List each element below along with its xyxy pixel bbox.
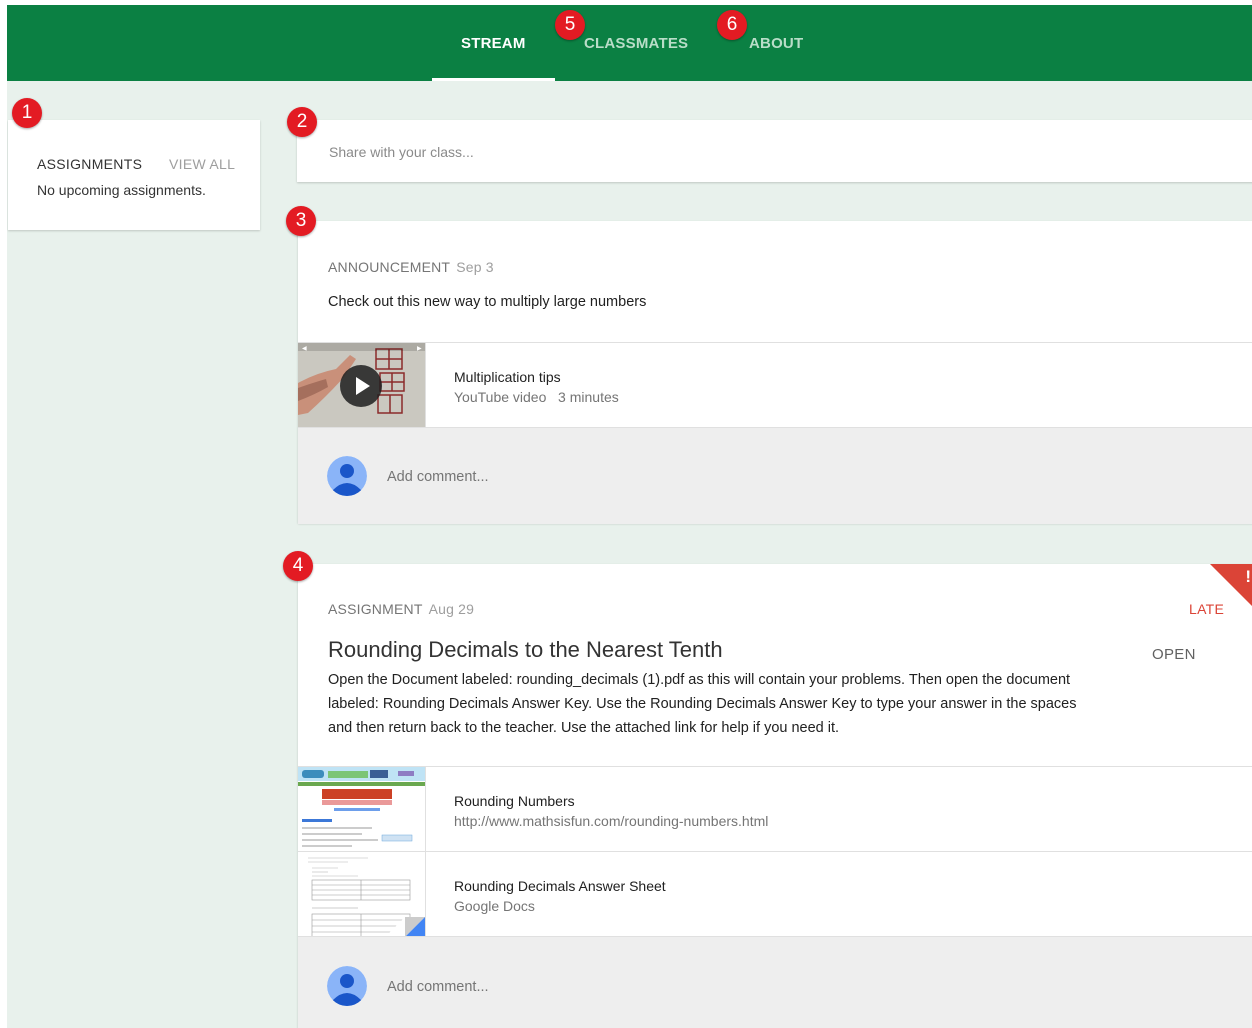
attachment-subtitle: Google Docs: [454, 898, 535, 914]
share-input[interactable]: [327, 140, 1211, 164]
announcement-text: Check out this new way to multiply large…: [328, 294, 647, 310]
webpage-thumbnail-image: [298, 767, 425, 852]
attachment-subtitle: YouTube video 3 minutes: [454, 389, 619, 405]
link-attachment[interactable]: Rounding Numbers http://www.mathsisfun.c…: [298, 766, 1252, 852]
assignment-card: ! ASSIGNMENT Aug 29 LATE OPEN Rounding De…: [298, 564, 1252, 1028]
attachment-url: http://www.mathsisfun.com/rounding-numbe…: [454, 813, 769, 829]
announcement-card: ANNOUNCEMENT Sep 3 Check out this new way…: [298, 221, 1252, 524]
callout-marker: 5: [555, 10, 585, 40]
svg-text:▶: ▶: [417, 345, 422, 352]
callout-marker: 6: [717, 10, 747, 40]
post-date: Sep 3: [456, 259, 494, 275]
comment-area: [298, 936, 1252, 1028]
user-icon: [327, 966, 367, 1006]
callout-marker: 1: [12, 98, 42, 128]
active-tab-indicator: [432, 78, 555, 81]
avatar: [327, 456, 367, 496]
tab-classmates[interactable]: CLASSMATES: [584, 35, 688, 52]
callout-marker: 2: [287, 107, 317, 137]
webpage-thumbnail: [298, 767, 426, 852]
open-button[interactable]: OPEN: [1152, 646, 1196, 663]
comment-input[interactable]: [385, 974, 989, 1000]
assignments-heading: ASSIGNMENTS: [37, 156, 143, 172]
play-icon[interactable]: [340, 365, 382, 407]
share-box: [297, 120, 1252, 182]
comment-area: [298, 427, 1252, 524]
callout-marker: 3: [286, 206, 316, 236]
tab-stream[interactable]: STREAM: [461, 35, 526, 52]
attachment-title: Rounding Numbers: [454, 793, 575, 809]
doc-attachment[interactable]: Rounding Decimals Answer Sheet Google Do…: [298, 851, 1252, 937]
post-type-label: ASSIGNMENT: [328, 601, 423, 617]
assignment-meta: ASSIGNMENT Aug 29: [328, 601, 474, 617]
video-thumbnail: ◀ ▶: [298, 343, 426, 428]
svg-text:◀: ◀: [302, 345, 307, 352]
announcement-meta: ANNOUNCEMENT Sep 3: [328, 259, 494, 275]
view-all-link[interactable]: VIEW ALL: [169, 156, 235, 172]
no-assignments-text: No upcoming assignments.: [37, 182, 206, 198]
post-type-label: ANNOUNCEMENT: [328, 259, 451, 275]
alert-icon: !: [1245, 567, 1251, 586]
tab-about[interactable]: ABOUT: [749, 35, 803, 52]
avatar: [327, 966, 367, 1006]
document-thumbnail-image: [298, 852, 425, 937]
user-icon: [327, 456, 367, 496]
classroom-window: STREAM CLASSMATES ABOUT ASSIGNMENTS VIEW…: [7, 5, 1252, 1028]
document-thumbnail: [298, 852, 426, 937]
comment-input[interactable]: [385, 464, 989, 490]
attachment-title: Multiplication tips: [454, 369, 561, 385]
assignment-title[interactable]: Rounding Decimals to the Nearest Tenth: [328, 637, 723, 663]
late-status: LATE: [1189, 601, 1225, 617]
assignment-description: Open the Document labeled: rounding_deci…: [328, 672, 1077, 736]
top-nav-bar: STREAM CLASSMATES ABOUT: [7, 5, 1252, 81]
attachment-title: Rounding Decimals Answer Sheet: [454, 878, 666, 894]
callout-marker: 4: [283, 551, 313, 581]
upcoming-assignments-card: ASSIGNMENTS VIEW ALL No upcoming assignm…: [8, 120, 260, 230]
video-attachment[interactable]: ◀ ▶ Multiplication tips YouTube video 3 …: [298, 342, 1252, 428]
post-date: Aug 29: [428, 601, 475, 617]
